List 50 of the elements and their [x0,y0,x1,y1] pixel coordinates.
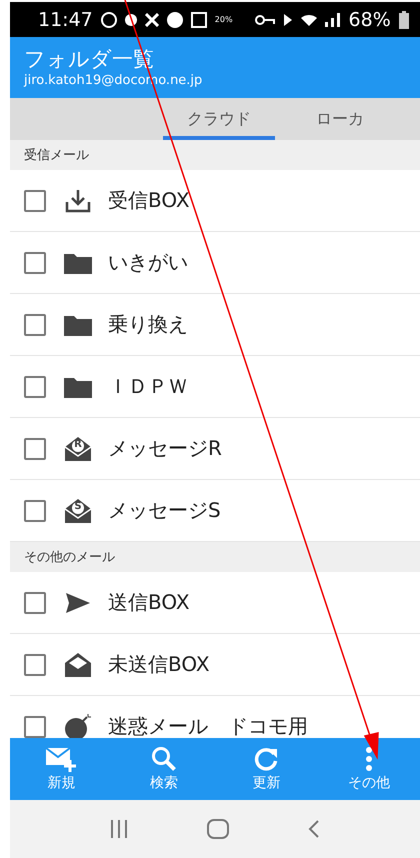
weather-percent: 20% [214,15,233,24]
folder-row[interactable]: ＩＤＰＷ [10,356,420,418]
folder-row[interactable]: いきがい [10,232,420,294]
download-tray-icon [64,188,92,214]
clock: 11:47 [38,8,93,30]
battery-icon [398,10,409,28]
folder-row[interactable]: 乗り換え [10,294,420,356]
checkbox[interactable] [24,592,46,614]
checkbox[interactable] [24,500,46,522]
ring-icon [100,12,117,28]
new-mail-icon [45,746,78,772]
checkbox[interactable] [24,716,46,738]
more-icon [364,746,373,772]
folder-name: メッセージR [108,435,222,462]
tab[interactable]: ローカ [275,98,405,140]
folder-name: 未送信BOX [108,651,210,678]
key-icon [254,14,275,26]
search-icon [150,746,177,772]
folder-name: 送信BOX [108,589,190,616]
back-icon[interactable] [307,819,321,839]
folder-name: いきがい [108,249,188,276]
send-icon [65,592,91,614]
folder-name: メッセージS [108,497,221,524]
section-header: その他のメール [10,542,420,572]
home-icon[interactable] [207,819,229,839]
letter-envelope-icon: S [64,498,92,524]
checkbox[interactable] [24,190,46,212]
recent-apps-icon[interactable] [109,820,129,838]
bomb-icon [63,712,93,738]
satellite-icon [144,12,159,26]
folder-row[interactable]: 未送信BOX [10,634,420,696]
folder-name: 乗り換え [108,311,188,338]
signal-icon [324,12,341,26]
folder-name: ＩＤＰＷ [108,373,188,400]
checkbox[interactable] [24,252,46,274]
refresh-icon [253,746,280,772]
letter-envelope-icon: R [64,436,92,462]
checkbox[interactable] [24,314,46,336]
folder-row[interactable]: 受信BOX [10,170,420,232]
folder-row[interactable]: R メッセージR [10,418,420,480]
wifi-icon [300,14,317,26]
battery-percent: 68% [348,8,391,30]
open-envelope-icon [64,652,92,678]
checkbox[interactable] [24,376,46,398]
folder-row[interactable]: 送信BOX [10,572,420,634]
checkbox[interactable] [24,438,46,460]
section-header: 受信メール [10,140,420,170]
checkbox[interactable] [24,654,46,676]
folder-name: 迷惑メール ドコモ用 [108,713,308,738]
folder-name: 受信BOX [108,187,190,214]
